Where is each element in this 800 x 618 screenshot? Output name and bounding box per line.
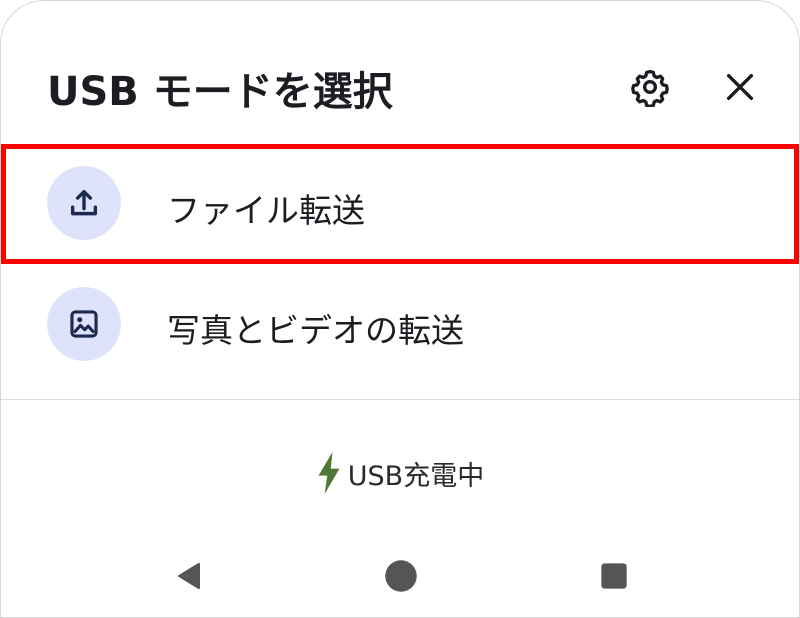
system-navbar: [1, 541, 799, 611]
option-label: ファイル転送: [167, 191, 365, 230]
charging-text: USB充電中: [347, 460, 485, 492]
recents-square-icon: [601, 563, 627, 589]
upload-icon-badge: [47, 166, 121, 240]
home-circle-icon: [385, 560, 417, 592]
option-photo-video-transfer[interactable]: 写真とビデオの転送: [1, 266, 799, 382]
lightning-bolt-icon: [318, 452, 340, 494]
usb-mode-sheet: USB モードを選択 ファイル転送 写真とビデオの転送 USB充電中: [0, 0, 800, 618]
image-icon-badge: [47, 287, 121, 361]
gear-icon: [631, 70, 669, 107]
option-label: 写真とビデオの転送: [167, 311, 464, 350]
settings-button[interactable]: [626, 63, 674, 111]
nav-home-button[interactable]: [377, 556, 425, 596]
sheet-header: USB モードを選択: [1, 1, 799, 141]
nav-back-button[interactable]: [165, 556, 213, 596]
close-button[interactable]: [716, 63, 764, 111]
close-icon: [726, 73, 754, 101]
nav-recents-button[interactable]: [590, 556, 638, 596]
image-icon: [70, 310, 98, 338]
option-file-transfer[interactable]: ファイル転送: [1, 146, 799, 262]
back-triangle-icon: [178, 562, 200, 590]
upload-icon: [70, 189, 98, 216]
divider: [1, 399, 799, 400]
charging-status: USB充電中: [1, 451, 799, 495]
page-title: USB モードを選択: [47, 69, 393, 115]
